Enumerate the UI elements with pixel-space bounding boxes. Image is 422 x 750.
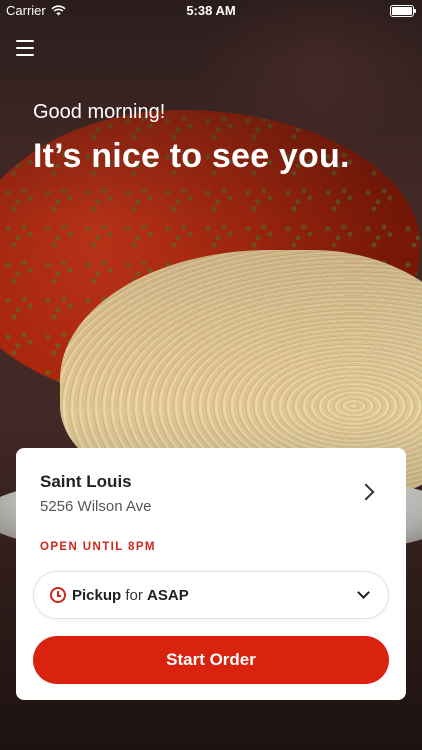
store-name: Saint Louis xyxy=(40,472,132,491)
start-order-button[interactable]: Start Order xyxy=(33,636,389,684)
store-hours-label: OPEN UNTIL 8PM xyxy=(40,541,156,553)
menu-line xyxy=(16,40,34,42)
order-time: ASAP xyxy=(147,586,189,604)
status-time: 5:38 AM xyxy=(186,3,236,18)
chevron-down-icon xyxy=(357,586,370,599)
battery-fill xyxy=(392,7,412,15)
status-bar: Carrier 5:38 AM xyxy=(0,0,422,22)
greeting-subtitle: Good morning! xyxy=(33,101,166,123)
greeting-title: It’s nice to see you. xyxy=(33,137,350,175)
location-card: Saint Louis 5256 Wilson Ave OPEN UNTIL 8… xyxy=(16,448,406,700)
store-selector[interactable]: Saint Louis 5256 Wilson Ave xyxy=(40,472,386,522)
order-type-dropdown[interactable]: Pickup for ASAP xyxy=(33,571,389,619)
menu-line xyxy=(16,54,34,56)
clock-icon xyxy=(50,587,66,603)
menu-line xyxy=(16,47,34,49)
order-connector: for xyxy=(125,586,143,604)
order-mode: Pickup xyxy=(72,586,122,604)
store-address: 5256 Wilson Ave xyxy=(40,498,152,515)
order-type-text: Pickup for ASAP xyxy=(72,587,189,604)
hamburger-menu-icon[interactable] xyxy=(16,40,34,56)
battery-icon xyxy=(390,5,416,17)
